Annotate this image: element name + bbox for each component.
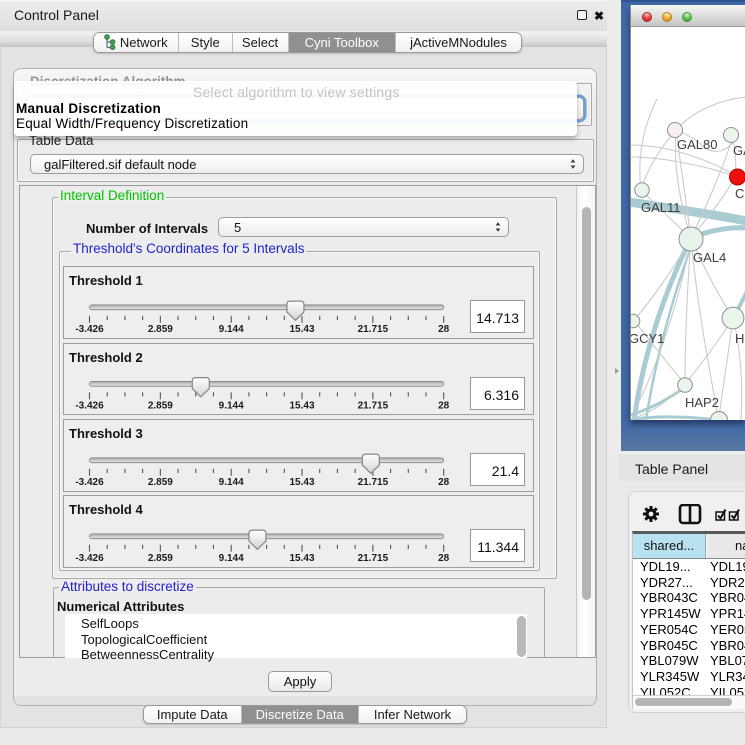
svg-text:-3.426: -3.426 <box>75 324 104 335</box>
svg-text:21.715: 21.715 <box>358 477 389 488</box>
svg-text:15.43: 15.43 <box>290 477 315 488</box>
svg-text:15.43: 15.43 <box>290 400 315 411</box>
svg-text:28: 28 <box>438 553 450 564</box>
svg-text:GAL4: GAL4 <box>693 250 726 265</box>
svg-text:C: C <box>735 186 744 201</box>
svg-text:HAP2: HAP2 <box>685 395 719 410</box>
svg-text:-3.426: -3.426 <box>75 553 104 564</box>
svg-text:GA: GA <box>733 143 745 158</box>
svg-text:9.144: 9.144 <box>219 324 244 335</box>
svg-text:GCY1: GCY1 <box>631 331 664 346</box>
svg-text:21.715: 21.715 <box>358 553 389 564</box>
svg-text:-3.426: -3.426 <box>75 400 104 411</box>
svg-text:28: 28 <box>438 477 450 488</box>
svg-text:15.43: 15.43 <box>290 553 315 564</box>
svg-text:21.715: 21.715 <box>358 324 389 335</box>
svg-text:9.144: 9.144 <box>219 553 244 564</box>
svg-text:21.715: 21.715 <box>358 400 389 411</box>
svg-text:-3.426: -3.426 <box>75 477 104 488</box>
svg-text:9.144: 9.144 <box>219 477 244 488</box>
svg-text:9.144: 9.144 <box>219 400 244 411</box>
svg-text:2.859: 2.859 <box>148 477 173 488</box>
svg-text:2.859: 2.859 <box>148 400 173 411</box>
svg-text:28: 28 <box>438 400 450 411</box>
svg-text:GAL11: GAL11 <box>641 200 681 215</box>
svg-text:2.859: 2.859 <box>148 553 173 564</box>
svg-text:15.43: 15.43 <box>290 324 315 335</box>
svg-text:GAL80: GAL80 <box>677 137 717 152</box>
svg-text:28: 28 <box>438 324 450 335</box>
svg-text:2.859: 2.859 <box>148 324 173 335</box>
svg-text:H: H <box>735 331 744 346</box>
